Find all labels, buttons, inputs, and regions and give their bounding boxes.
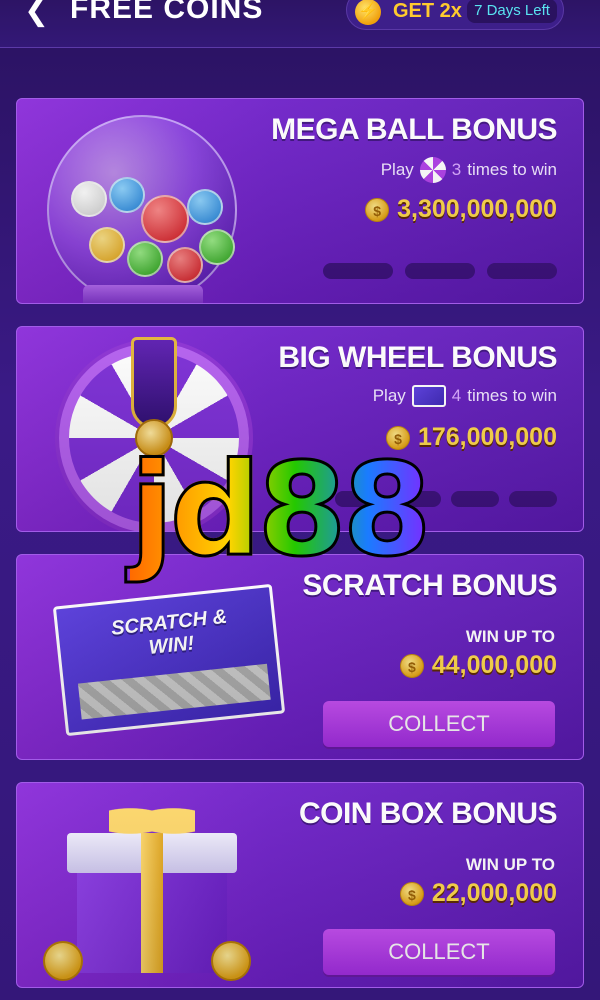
coin-stack-icon (43, 941, 83, 981)
times-count: 3 (451, 160, 462, 179)
progress-segment (487, 263, 557, 279)
ball-icon (71, 181, 107, 217)
card-title: BIG WHEEL BONUS (278, 341, 557, 374)
prize-amount: 3,300,000,000 (397, 195, 557, 223)
ball-icon (199, 229, 235, 265)
progress-bar (323, 263, 557, 279)
ball-icon (127, 241, 163, 277)
play-requirement: Play 4 times to win (373, 385, 557, 407)
gift-ribbon (141, 833, 163, 973)
play-prefix: Play (380, 160, 414, 179)
play-requirement: Play 3 times to win (381, 157, 557, 183)
wheel-icon (419, 157, 446, 183)
coin-icon: $ (399, 881, 424, 906)
win-up-to-label: WIN UP TO (465, 855, 555, 874)
progress-segment (323, 263, 393, 279)
prize-amount: 44,000,000 (431, 651, 557, 679)
scratch-strip (77, 663, 271, 720)
coin-box-bonus-card[interactable]: COIN BOX BONUS WIN UP TO $ 22,000,000 CO… (16, 782, 584, 988)
back-button[interactable]: ❮ (24, 0, 54, 34)
boost-label: GET 2x (393, 0, 462, 22)
progress-segment (509, 491, 557, 507)
play-suffix: times to win (467, 160, 557, 179)
prize-amount-row: $ 44,000,000 (399, 651, 557, 680)
ball-icon (141, 195, 189, 243)
ball-icon (187, 189, 223, 225)
jackpot-pointer-icon (131, 337, 177, 429)
coin-icon: $ (399, 653, 424, 678)
prize-amount-row: $ 22,000,000 (399, 879, 557, 908)
get-2x-boost-button[interactable]: ⚡ GET 2x 7 Days Left (346, 0, 564, 30)
ball-icon (89, 227, 125, 263)
card-title: COIN BOX BONUS (298, 797, 558, 830)
card-title: MEGA BALL BONUS (271, 113, 557, 146)
win-up-to-label: WIN UP TO (465, 627, 555, 646)
page-title: FREE COINS (70, 0, 264, 25)
scratch-and-win-logo: SCRATCH & WIN! (110, 605, 229, 659)
gift-bow-icon (109, 799, 195, 843)
lottery-globe-icon (47, 115, 237, 303)
scratch-card-illustration: SCRATCH & WIN! (37, 565, 286, 755)
mega-ball-bonus-card[interactable]: MEGA BALL BONUS Play 3 times to win $ 3,… (16, 98, 584, 304)
globe-base (83, 285, 203, 303)
collect-button[interactable]: COLLECT (323, 701, 555, 747)
collect-button[interactable]: COLLECT (323, 929, 555, 975)
coin-icon: $ (365, 197, 390, 222)
header-bar: ❮ FREE COINS ⚡ GET 2x 7 Days Left (0, 0, 600, 48)
ball-icon (167, 247, 203, 283)
coin-stack-icon (211, 941, 251, 981)
days-left-badge: 7 Days Left (467, 0, 557, 23)
mega-ball-globe-illustration (37, 109, 237, 303)
times-count: 4 (451, 386, 462, 405)
prize-amount-row: $ 3,300,000,000 (365, 195, 557, 224)
lightning-bolt-icon: ⚡ (355, 0, 381, 25)
play-suffix: times to win (467, 386, 557, 405)
play-prefix: Play (372, 386, 406, 405)
ball-icon (109, 177, 145, 213)
prize-amount: 22,000,000 (431, 879, 557, 907)
gift-box-illustration (37, 793, 251, 983)
scratch-ticket-icon: SCRATCH & WIN! (52, 583, 286, 737)
chevron-left-icon: ❮ (24, 0, 50, 28)
watermark-logo: jd88 (129, 435, 460, 587)
progress-segment (405, 263, 475, 279)
scratch-ticket-icon (411, 385, 446, 407)
